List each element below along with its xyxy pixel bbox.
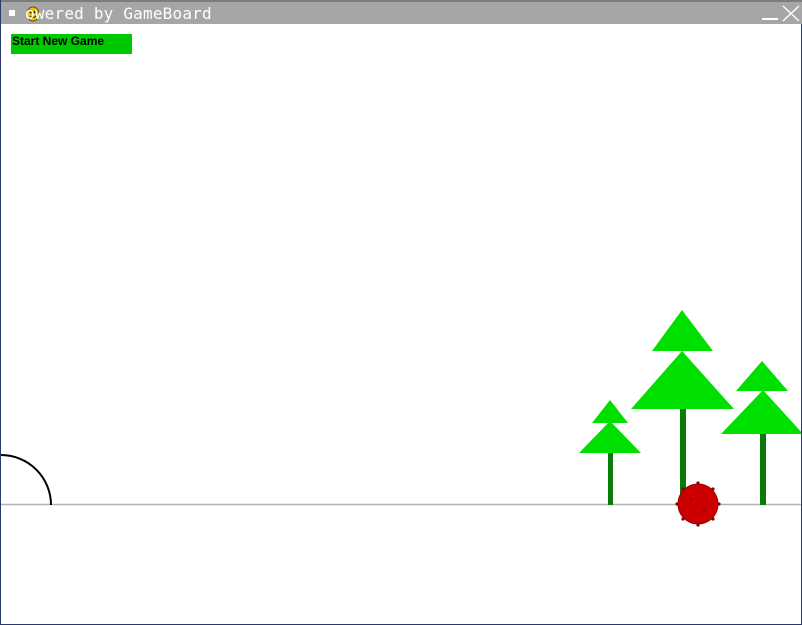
- game-window: owered by GameBoard Start New Game: [0, 0, 802, 625]
- game-canvas[interactable]: [1, 24, 801, 624]
- window-menu-icon[interactable]: [9, 10, 15, 16]
- player-arc: [1, 454, 52, 506]
- tree-right: [721, 361, 801, 505]
- tree-tall: [631, 310, 734, 505]
- minimize-icon[interactable]: [762, 18, 778, 20]
- close-icon[interactable]: [781, 5, 801, 22]
- title-bar[interactable]: owered by GameBoard: [1, 0, 802, 24]
- window-title: owered by GameBoard: [25, 4, 212, 23]
- red-ball-enemy: [675, 481, 721, 527]
- tree-small: [579, 400, 641, 505]
